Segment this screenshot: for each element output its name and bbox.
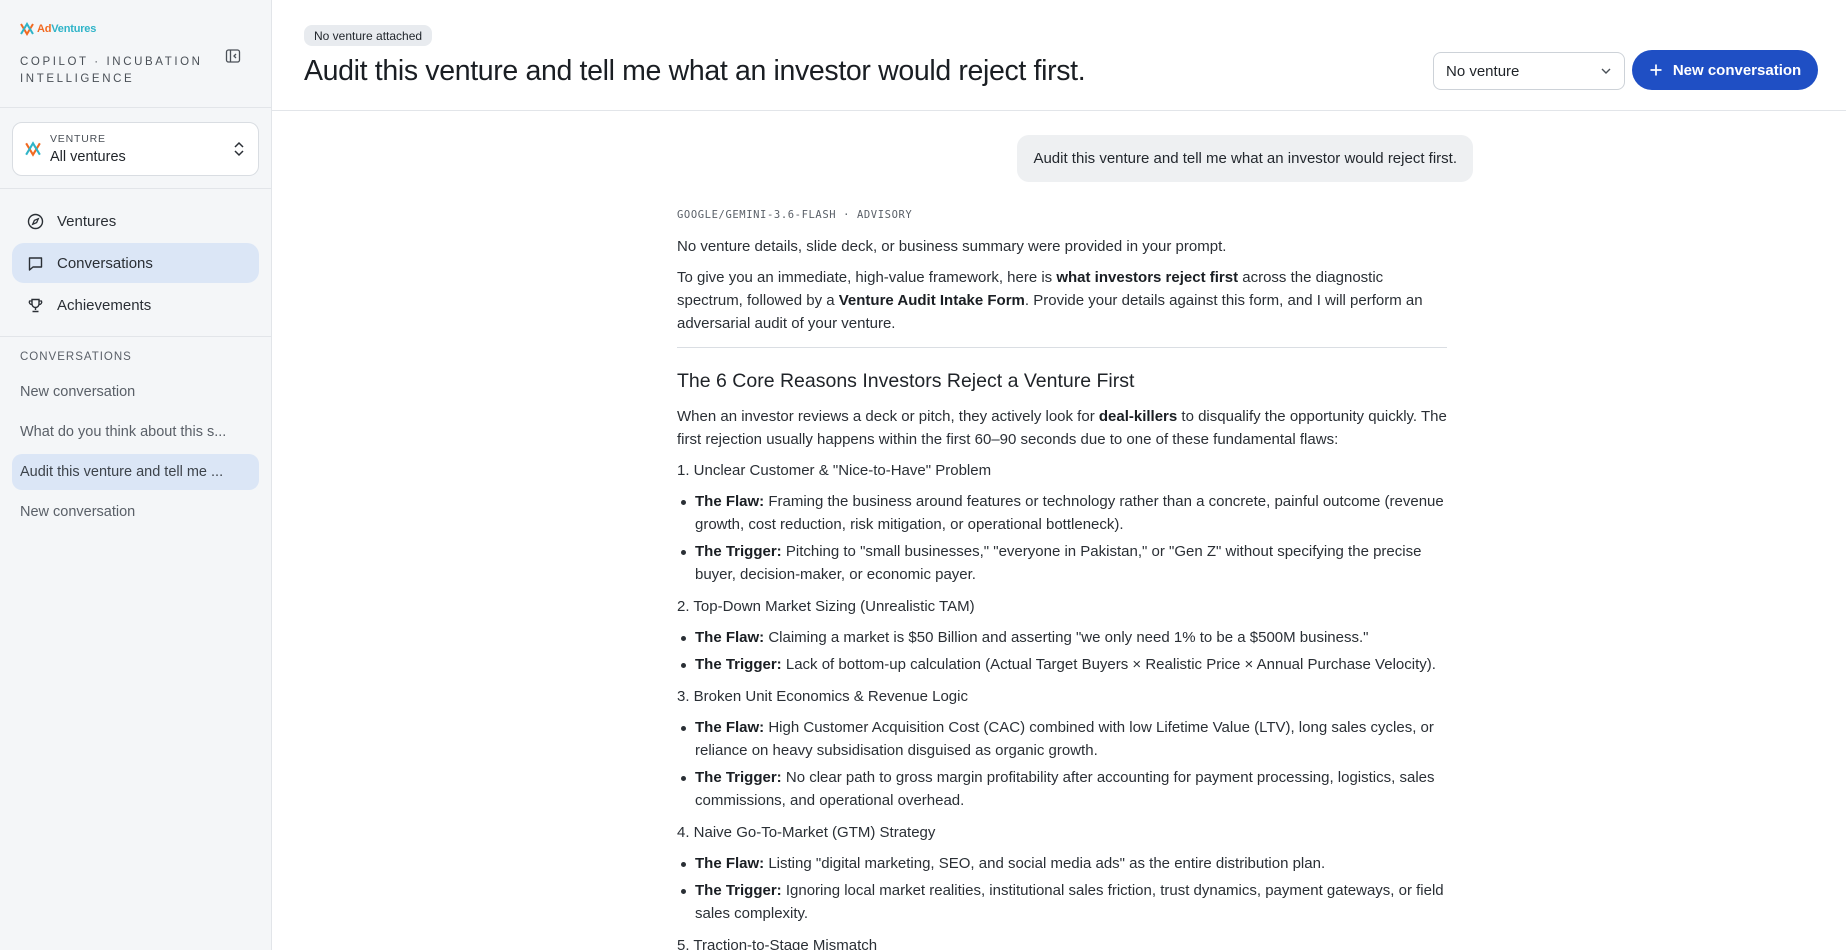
trophy-icon (27, 297, 44, 314)
conversation-item[interactable]: New conversation (12, 494, 259, 530)
page-title: Audit this venture and tell me what an i… (304, 55, 1086, 87)
bullet-list: The Flaw: Listing "digital marketing, SE… (677, 852, 1447, 925)
section-title: 5. Traction-to-Stage Mismatch (677, 937, 878, 950)
chat-area: Audit this venture and tell me what an i… (272, 111, 1846, 950)
venture-select[interactable]: No venture (1433, 52, 1625, 90)
logo-mark-icon (20, 22, 34, 36)
compass-icon (27, 213, 44, 230)
section-title: 2. Top-Down Market Sizing (Unrealistic T… (677, 598, 975, 615)
section-title: 3. Broken Unit Economics & Revenue Logic (677, 688, 968, 705)
sidebar-divider (0, 336, 271, 337)
sidebar-collapse-icon (225, 49, 241, 63)
user-message: Audit this venture and tell me what an i… (1017, 135, 1473, 182)
list-item: The Trigger: Pitching to "small business… (677, 540, 1447, 586)
venture-picker[interactable]: VENTURE All ventures (12, 122, 259, 176)
bullet-list: The Flaw: Framing the business around fe… (677, 490, 1447, 586)
answer-divider (677, 347, 1447, 348)
venture-status-badge: No venture attached (304, 25, 433, 46)
conversations-section-label: CONVERSATIONS (20, 351, 132, 363)
venture-logo-icon (25, 141, 41, 157)
venture-picker-value: All ventures (50, 149, 126, 165)
app-tagline: COPILOT · INCUBATION INTELLIGENCE (20, 56, 203, 85)
bullet-list: The Flaw: High Customer Acquisition Cost… (677, 716, 1447, 812)
conversation-item[interactable]: What do you think about this s... (12, 414, 259, 450)
sidebar-item-achievements[interactable]: Achievements (12, 285, 259, 325)
list-item: The Flaw: Framing the business around fe… (677, 490, 1447, 536)
model-tag: GOOGLE/GEMINI-3.6-FLASH · ADVISORY (677, 209, 913, 221)
section-title: 1. Unclear Customer & "Nice-to-Have" Pro… (677, 462, 992, 479)
sidebar-item-conversations[interactable]: Conversations (12, 243, 259, 283)
list-item: The Flaw: Claiming a market is $50 Billi… (677, 626, 1447, 649)
collapse-sidebar-button[interactable] (222, 45, 244, 67)
chevron-down-icon (1601, 68, 1611, 74)
conversation-item[interactable]: New conversation (12, 374, 259, 410)
section-title: 4. Naive Go-To-Market (GTM) Strategy (677, 824, 936, 841)
bullet-list: The Flaw: Claiming a market is $50 Billi… (677, 626, 1447, 676)
new-conversation-label: New conversation (1672, 61, 1802, 79)
answer-paragraph: No venture details, slide deck, or busin… (677, 238, 1227, 255)
chat-bubble-icon (27, 255, 44, 272)
brand-logo[interactable]: AdVentures (20, 22, 96, 36)
venture-picker-label: VENTURE (50, 133, 106, 145)
list-item: The Trigger: Lack of bottom-up calculati… (677, 653, 1447, 676)
list-item: The Trigger: No clear path to gross marg… (677, 766, 1447, 812)
sidebar: AdVentures COPILOT · INCUBATION INTELLIG… (0, 0, 272, 950)
list-item: The Trigger: Ignoring local market reali… (677, 879, 1447, 925)
answer-paragraph: To give you an immediate, high-value fra… (677, 269, 1423, 332)
answer-heading: The 6 Core Reasons Investors Reject a Ve… (677, 370, 1135, 392)
new-conversation-button[interactable]: New conversation (1632, 50, 1818, 90)
sidebar-divider (0, 188, 271, 189)
assistant-message: GOOGLE/GEMINI-3.6-FLASH · ADVISORY No ve… (677, 204, 1447, 950)
sidebar-item-label: Ventures (57, 212, 117, 230)
conversation-item-active[interactable]: Audit this venture and tell me ... (12, 454, 259, 490)
sidebar-item-label: Achievements (57, 296, 152, 314)
sidebar-item-label: Conversations (57, 254, 153, 272)
sidebar-divider (0, 107, 271, 108)
list-item: The Flaw: High Customer Acquisition Cost… (677, 716, 1447, 762)
chevron-up-down-icon (234, 141, 244, 157)
list-item: The Flaw: Listing "digital marketing, SE… (677, 852, 1447, 875)
venture-select-value: No venture (1446, 62, 1520, 80)
plus-icon (1650, 64, 1662, 76)
brand-wordmark: AdVentures (37, 23, 97, 35)
sidebar-item-ventures[interactable]: Ventures (12, 201, 259, 241)
answer-paragraph: When an investor reviews a deck or pitch… (677, 408, 1447, 448)
page-header: No venture attached Audit this venture a… (272, 0, 1846, 111)
